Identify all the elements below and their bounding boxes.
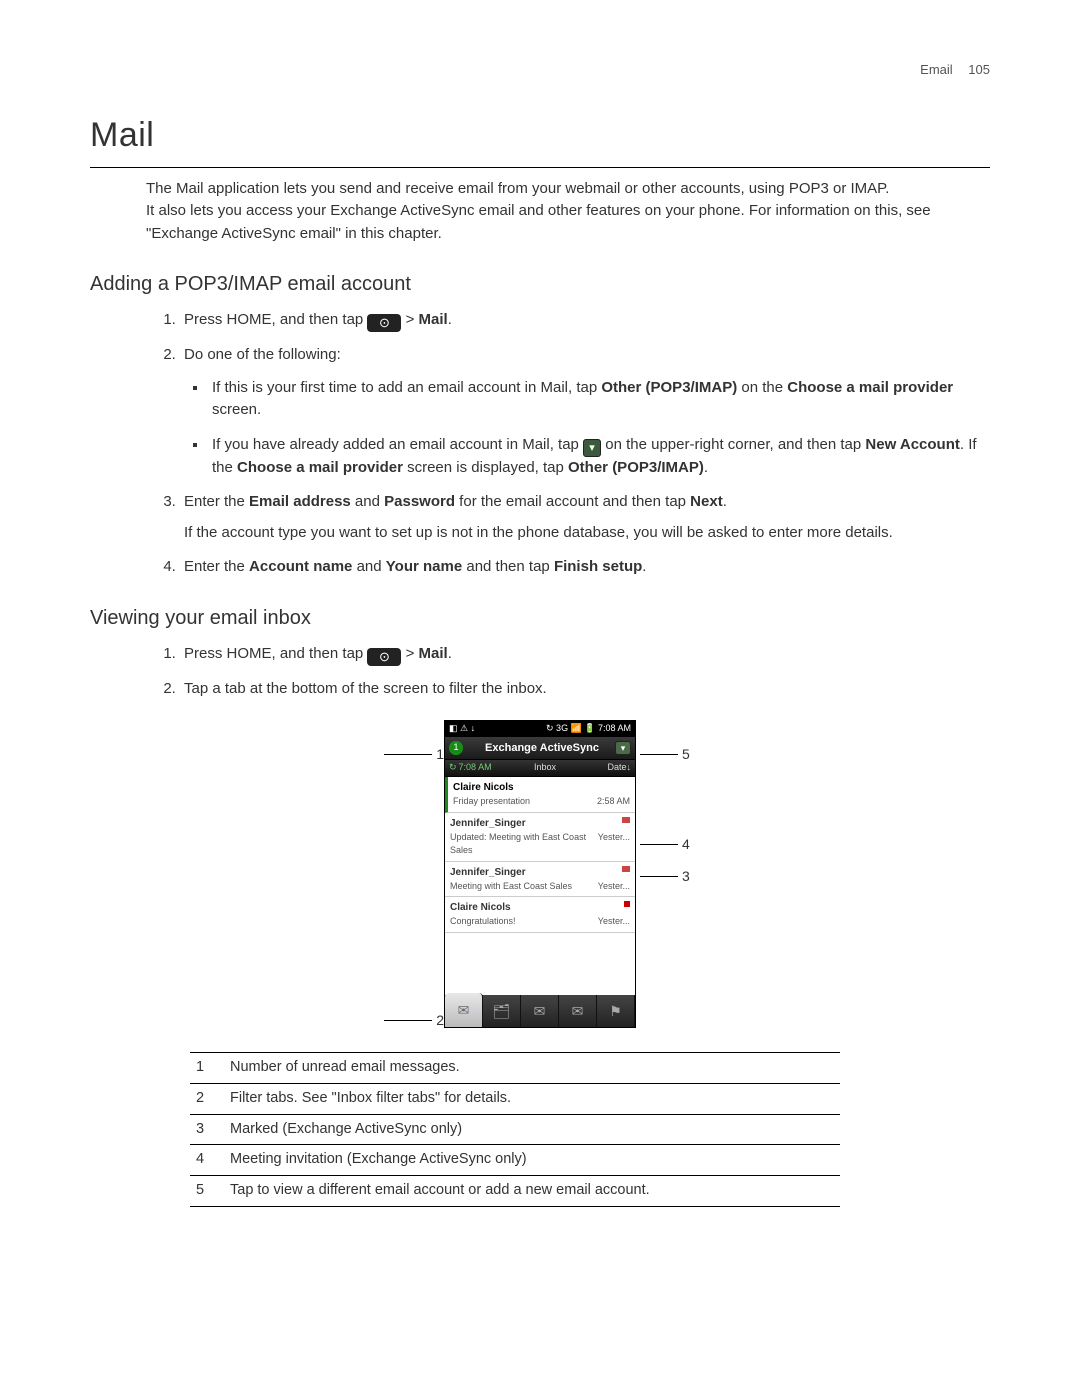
marked-flag-icon — [624, 901, 630, 907]
step-3: Enter the Email address and Password for… — [180, 491, 990, 544]
account-title-bar: 1 Exchange ActiveSync ▾ — [445, 737, 635, 760]
intro-block: The Mail application lets you send and r… — [146, 178, 990, 246]
inbox-label: Inbox — [503, 761, 587, 775]
tab-conversations: 🗂 — [483, 995, 521, 1027]
view-step-2: Tap a tab at the bottom of the screen to… — [180, 678, 990, 701]
tab-flagged: ⚑ — [597, 995, 635, 1027]
page-header: Email 105 — [90, 60, 990, 80]
filter-tabs: ✉ 🗂 ✉ ✉ ⚑ — [445, 995, 635, 1027]
callout-1: 1 — [380, 744, 444, 765]
email-item: Jennifer_Singer Updated: Meeting with Ea… — [445, 813, 635, 862]
legend-row: 2Filter tabs. See "Inbox filter tabs" fo… — [190, 1083, 840, 1114]
phone-screenshot: ◧ ⚠ ↓ ↻ 3G 📶 🔋 7:08 AM 1 Exchange Active… — [444, 720, 636, 1028]
email-item: Claire Nicols Congratulations!Yester... — [445, 897, 635, 933]
sync-time: 7:08 AM — [445, 761, 503, 775]
legend-row: 3Marked (Exchange ActiveSync only) — [190, 1114, 840, 1145]
view-step-1: Press HOME, and then tap > Mail. — [180, 643, 990, 666]
header-section: Email — [920, 62, 953, 77]
bullet-already-added: If you have already added an email accou… — [208, 434, 990, 480]
bullet-first-time: If this is your first time to add an ema… — [208, 377, 990, 422]
tab-favorites: ✉ — [521, 995, 559, 1027]
intro-p2: It also lets you access your Exchange Ac… — [146, 200, 990, 245]
callouts-left: 1 2 — [374, 720, 444, 1028]
status-right: ↻ 3G 📶 🔋 7:08 AM — [546, 722, 631, 736]
account-name: Exchange ActiveSync — [469, 740, 615, 757]
step-4: Enter the Account name and Your name and… — [180, 556, 990, 579]
callout-3: 3 — [636, 866, 690, 887]
legend-row: 4Meeting invitation (Exchange ActiveSync… — [190, 1145, 840, 1176]
sort-date: Date↓ — [587, 761, 635, 775]
account-switch-icon: ▾ — [615, 741, 631, 755]
status-left-icons: ◧ ⚠ ↓ — [449, 722, 475, 736]
header-page-number: 105 — [968, 62, 990, 77]
inbox-sub-bar: 7:08 AM Inbox Date↓ — [445, 760, 635, 777]
inbox-screenshot-figure: 1 2 ◧ ⚠ ↓ ↻ 3G 📶 🔋 7:08 AM 1 Exchange Ac… — [90, 720, 990, 1028]
apps-icon — [367, 648, 401, 666]
step-2: Do one of the following: If this is your… — [180, 344, 990, 479]
mail-label: Mail — [419, 311, 448, 328]
status-bar: ◧ ⚠ ↓ ↻ 3G 📶 🔋 7:08 AM — [445, 721, 635, 737]
email-item: Jennifer_Singer Meeting with East Coast … — [445, 862, 635, 898]
heading-adding-account: Adding a POP3/IMAP email account — [90, 269, 990, 299]
step-3-note: If the account type you want to set up i… — [184, 522, 990, 545]
callout-4: 4 — [636, 834, 690, 855]
callouts-right: 5 4 3 — [636, 720, 706, 1028]
callout-legend-table: 1Number of unread email messages. 2Filte… — [190, 1052, 840, 1207]
callout-5: 5 — [636, 744, 690, 765]
email-list: Claire Nicols Friday presentation2:58 AM… — [445, 777, 635, 995]
legend-row: 5Tap to view a different email account o… — [190, 1176, 840, 1207]
meeting-flag-icon — [622, 866, 630, 872]
tab-received: ✉ — [445, 993, 483, 1027]
steps-adding: Press HOME, and then tap > Mail. Do one … — [180, 309, 990, 579]
legend-row: 1Number of unread email messages. — [190, 1053, 840, 1084]
tab-unread: ✉ — [559, 995, 597, 1027]
apps-icon — [367, 314, 401, 332]
step-1: Press HOME, and then tap > Mail. — [180, 309, 990, 332]
intro-p1: The Mail application lets you send and r… — [146, 178, 990, 201]
callout-2: 2 — [380, 1010, 444, 1031]
steps-viewing: Press HOME, and then tap > Mail. Tap a t… — [180, 643, 990, 701]
unread-badge: 1 — [449, 741, 463, 755]
heading-viewing-inbox: Viewing your email inbox — [90, 603, 990, 633]
mail-label: Mail — [419, 645, 448, 662]
meeting-flag-icon — [622, 817, 630, 823]
step-2-bullets: If this is your first time to add an ema… — [208, 377, 990, 480]
email-item: Claire Nicols Friday presentation2:58 AM — [445, 777, 635, 813]
account-dropdown-icon: ▾ — [583, 439, 601, 457]
page-title: Mail — [90, 110, 990, 168]
